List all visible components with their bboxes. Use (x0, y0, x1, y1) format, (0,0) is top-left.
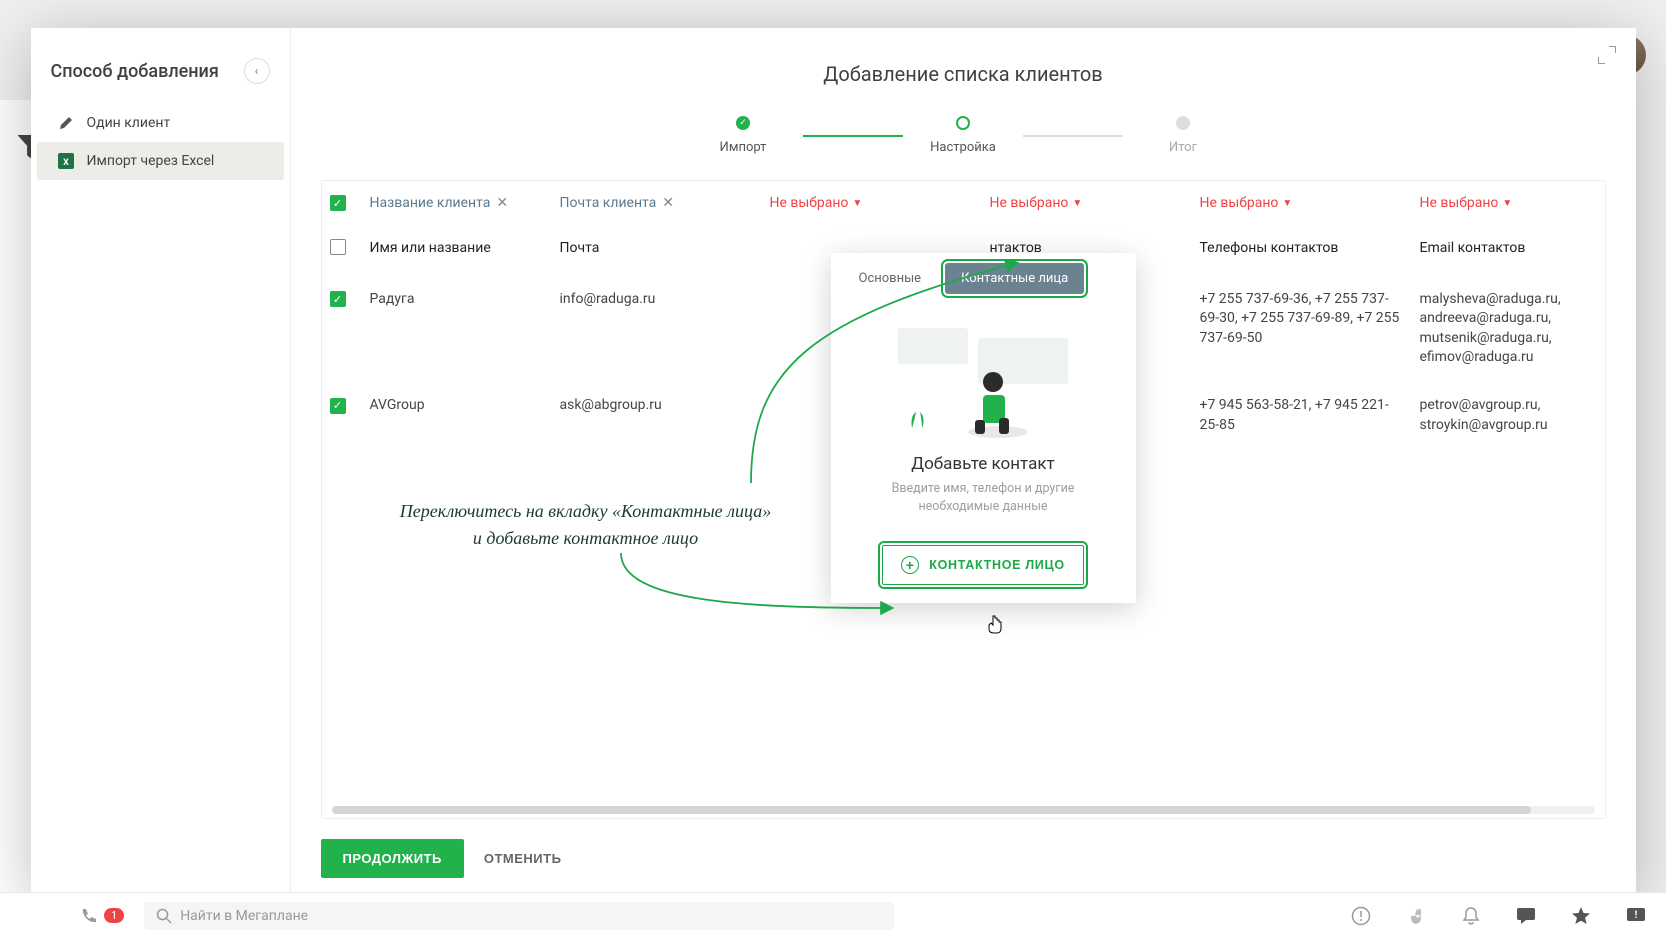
row-checkbox[interactable] (330, 239, 346, 255)
global-search[interactable]: Найти в Мегаплане (144, 902, 894, 930)
wizard-step3-pending-icon (1176, 116, 1190, 130)
expand-icon[interactable] (1598, 46, 1616, 64)
column-header-email[interactable]: Почта клиента (560, 195, 657, 211)
feedback-icon[interactable]: ! (1626, 906, 1646, 926)
wizard-step2-label: Настройка (930, 140, 996, 155)
phone-badge: 1 (104, 908, 124, 923)
svg-text:!: ! (1635, 910, 1638, 921)
cell-email: ask@abgroup.ru (552, 382, 762, 430)
svg-text:X: X (63, 158, 69, 168)
bell-icon[interactable] (1461, 906, 1481, 926)
alert-icon[interactable] (1351, 906, 1371, 926)
popup-tab-main[interactable]: Основные (843, 263, 938, 294)
wizard-line (803, 135, 903, 137)
add-contact-button[interactable]: + КОНТАКТНОЕ ЛИЦО (882, 545, 1084, 585)
excel-icon: X (57, 152, 75, 170)
row-checkbox[interactable]: ✓ (330, 291, 346, 307)
row-checkbox[interactable]: ✓ (330, 398, 346, 414)
import-modal: Способ добавления ‹ Один клиент X Импорт… (31, 28, 1636, 898)
pencil-icon (57, 114, 75, 132)
sidebar-item-excel-import[interactable]: X Импорт через Excel (37, 142, 284, 180)
meta-cell: Email контактов (1412, 225, 1605, 273)
wizard-step1-label: Импорт (720, 140, 767, 155)
search-icon (156, 908, 172, 924)
column-header-unset[interactable]: Не выбрано▼ (1200, 195, 1293, 211)
cell-name: Радуга (362, 276, 552, 324)
add-contact-label: КОНТАКТНОЕ ЛИЦО (929, 558, 1065, 572)
horizontal-scrollbar[interactable] (332, 806, 1595, 814)
chevron-down-icon: ▼ (1282, 198, 1292, 209)
sidebar-item-label: Импорт через Excel (87, 153, 215, 169)
wizard-step3-label: Итог (1169, 140, 1197, 155)
table-header-row: ✓ Название клиента ✕ Почта клиента ✕ Не … (322, 181, 1605, 225)
meta-cell: Телефоны контактов (1192, 225, 1412, 273)
annotation-callout: Переключитесь на вкладку «Контактные лиц… (371, 498, 801, 552)
column-header-unset[interactable]: Не выбрано▼ (1420, 195, 1513, 211)
modal-overlay: Способ добавления ‹ Один клиент X Импорт… (0, 0, 1666, 938)
sidebar-item-single-client[interactable]: Один клиент (37, 104, 284, 142)
phone-indicator[interactable]: 1 (80, 907, 124, 925)
cell-phones: +7 255 737-69-36, +7 255 737-69-30, +7 2… (1192, 276, 1412, 363)
cell-emails: petrov@avgroup.ru, stroykin@avgroup.ru (1412, 382, 1605, 449)
bottom-bar: 1 Найти в Мегаплане ! (0, 892, 1666, 938)
fire-icon[interactable] (1406, 906, 1426, 926)
wizard-steps: ✓ Импорт Настройка Итог (321, 116, 1606, 155)
cell-email: info@raduga.ru (552, 276, 762, 324)
column-header-unset[interactable]: Не выбрано▼ (770, 195, 863, 211)
sidebar-item-label: Один клиент (87, 115, 171, 131)
contact-illustration (898, 324, 1068, 444)
plus-icon: + (901, 556, 919, 574)
meta-cell: Почта (552, 225, 762, 273)
contact-popup: Основные Контактные лица (831, 253, 1136, 603)
phone-icon (80, 907, 98, 925)
annotation-line2: и добавьте контактное лицо (371, 525, 801, 552)
wizard-step1-done-icon: ✓ (736, 116, 750, 130)
popup-tab-contacts[interactable]: Контактные лица (945, 263, 1084, 294)
cell-emails: malysheva@raduga.ru, andreeva@raduga.ru,… (1412, 276, 1605, 382)
popup-subtitle: Введите имя, телефон и другие необходимы… (831, 474, 1136, 545)
chat-icon[interactable] (1516, 906, 1536, 926)
modal-title: Добавление списка клиентов (321, 48, 1606, 116)
chevron-down-icon: ▼ (1502, 198, 1512, 209)
cell-name: AVGroup (362, 382, 552, 430)
select-all-checkbox[interactable]: ✓ (330, 195, 346, 211)
annotation-line1: Переключитесь на вкладку «Контактные лиц… (371, 498, 801, 525)
modal-sidebar: Способ добавления ‹ Один клиент X Импорт… (31, 28, 291, 898)
cancel-button[interactable]: ОТМЕНИТЬ (484, 851, 562, 866)
search-placeholder: Найти в Мегаплане (180, 908, 308, 924)
sidebar-title: Способ добавления (51, 61, 219, 82)
chevron-down-icon: ▼ (1072, 198, 1082, 209)
clear-column-icon[interactable]: ✕ (496, 195, 508, 211)
modal-footer: ПРОДОЛЖИТЬ ОТМЕНИТЬ (321, 819, 1606, 878)
collapse-sidebar-button[interactable]: ‹ (244, 58, 270, 84)
wizard-step2-active-icon (956, 116, 970, 130)
clear-column-icon[interactable]: ✕ (662, 195, 674, 211)
chevron-down-icon: ▼ (852, 198, 862, 209)
star-icon[interactable] (1571, 906, 1591, 926)
column-header-unset[interactable]: Не выбрано▼ (990, 195, 1083, 211)
popup-title: Добавьте контакт (831, 454, 1136, 474)
meta-cell: Имя или название (362, 225, 552, 273)
wizard-line (1023, 135, 1123, 137)
column-header-name[interactable]: Название клиента (370, 195, 491, 211)
cell-phones: +7 945 563-58-21, +7 945 221-25-85 (1192, 382, 1412, 449)
continue-button[interactable]: ПРОДОЛЖИТЬ (321, 839, 464, 878)
